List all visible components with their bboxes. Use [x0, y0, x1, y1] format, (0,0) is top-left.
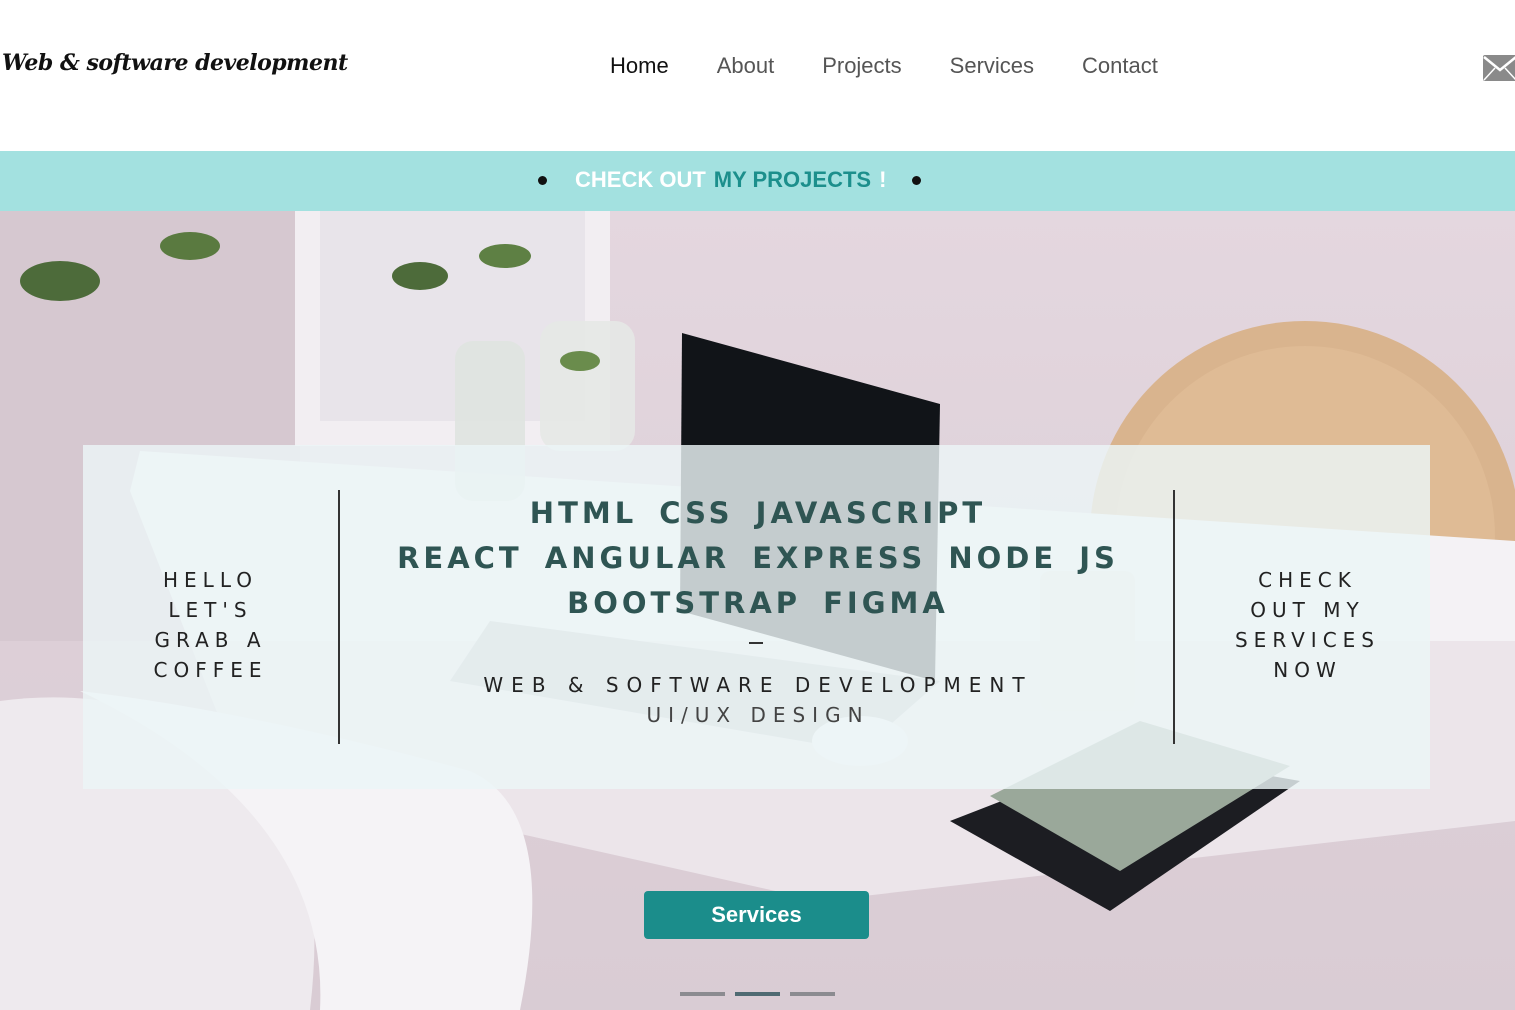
nav-home[interactable]: Home — [610, 53, 669, 79]
greeting-line: LET'S — [168, 598, 253, 622]
hero-carousel: HELLO LET'S GRAB A COFFEE HTML CSS JAVAS… — [0, 211, 1515, 1010]
banner-link-my-projects[interactable]: MY PROJECTS — [714, 167, 871, 193]
carousel-indicator-2[interactable] — [735, 992, 780, 996]
hero-overlay-card: HELLO LET'S GRAB A COFFEE HTML CSS JAVAS… — [83, 445, 1430, 789]
projects-banner: CHECK OUT MY PROJECTS ! — [0, 151, 1515, 211]
cta-line: OUT MY — [1250, 598, 1365, 622]
nav-contact[interactable]: Contact — [1082, 53, 1158, 79]
carousel-indicators — [680, 992, 835, 996]
bullet-icon — [912, 175, 922, 185]
banner-content: CHECK OUT MY PROJECTS ! — [538, 167, 922, 193]
site-logo[interactable]: Web & software development — [2, 50, 348, 76]
subtitle-dev: WEB & SOFTWARE DEVELOPMENT — [483, 673, 1033, 697]
tech-line: HTML CSS JAVASCRIPT — [529, 496, 987, 530]
carousel-indicator-3[interactable] — [790, 992, 835, 996]
tech-line: BOOTSTRAP FIGMA — [567, 586, 949, 620]
dash-separator — [749, 642, 763, 644]
cta-line: CHECK — [1258, 568, 1357, 592]
mail-icon[interactable] — [1483, 55, 1515, 81]
greeting-line: GRAB A — [154, 628, 267, 652]
subtitle-design: UI/UX DESIGN — [646, 703, 870, 727]
cta-line: NOW — [1273, 658, 1342, 682]
services-button[interactable]: Services — [644, 891, 869, 939]
services-cta-text: CHECK OUT MY SERVICES NOW — [1205, 565, 1410, 685]
cta-line: SERVICES — [1234, 628, 1380, 652]
divider-left — [338, 490, 340, 744]
nav-services[interactable]: Services — [950, 53, 1034, 79]
bullet-icon — [538, 175, 547, 185]
carousel-indicator-1[interactable] — [680, 992, 725, 996]
banner-text-check-out: CHECK OUT — [575, 167, 706, 192]
main-nav: Home About Projects Services Contact — [610, 53, 1206, 79]
nav-about[interactable]: About — [717, 53, 775, 79]
greeting-line: COFFEE — [153, 658, 268, 682]
site-header: Web & software development Home About Pr… — [0, 0, 1515, 151]
greeting-line: HELLO — [163, 568, 258, 592]
nav-projects[interactable]: Projects — [822, 53, 901, 79]
banner-exclamation: ! — [879, 167, 887, 192]
tech-line: REACT ANGULAR EXPRESS NODE JS — [397, 541, 1119, 575]
greeting-text: HELLO LET'S GRAB A COFFEE — [123, 565, 298, 685]
